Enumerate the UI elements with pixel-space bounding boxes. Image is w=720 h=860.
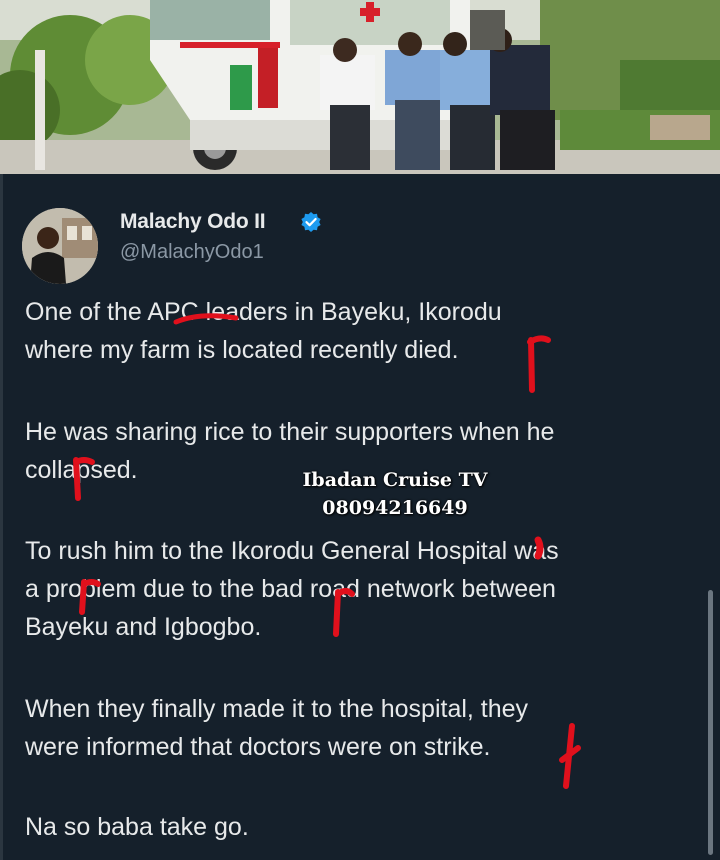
watermark-phone: 08094216649 (322, 497, 468, 519)
tweet-line: where my farm is located recently died. (25, 336, 459, 364)
tweet-line: He was sharing rice to their supporters … (25, 418, 555, 446)
scrollbar[interactable] (708, 590, 713, 855)
tweet-paragraph-4: When they finally made it to the hospita… (25, 690, 705, 766)
tweet-line: Na so baba take go. (25, 813, 249, 841)
tweet-line: To rush him to the Ikorodu General Hospi… (25, 537, 559, 565)
tweet-paragraph-3: To rush him to the Ikorodu General Hospi… (25, 532, 705, 646)
avatar[interactable] (22, 208, 98, 284)
tweet-line: were informed that doctors were on strik… (25, 733, 491, 761)
verified-badge-icon (300, 211, 322, 233)
card-edge (0, 174, 3, 860)
display-name[interactable]: Malachy Odo II (120, 210, 266, 234)
tweet-paragraph-1: One of the APC leaders in Bayeku, Ikorod… (25, 293, 705, 369)
user-handle[interactable]: @MalachyOdo1 (120, 241, 264, 264)
tweet-line: One of the APC leaders in Bayeku, Ikorod… (25, 298, 502, 326)
ambulance-photo (0, 0, 720, 174)
watermark: Ibadan Cruise TV 08094216649 (260, 466, 530, 522)
watermark-name: Ibadan Cruise TV (302, 469, 488, 491)
tweet-line: Bayeku and Igbogbo. (25, 613, 262, 641)
tweet-line: a problem due to the bad road network be… (25, 575, 556, 603)
tweet-line: When they finally made it to the hospita… (25, 695, 529, 723)
tweet-paragraph-5: Na so baba take go. (25, 808, 705, 846)
